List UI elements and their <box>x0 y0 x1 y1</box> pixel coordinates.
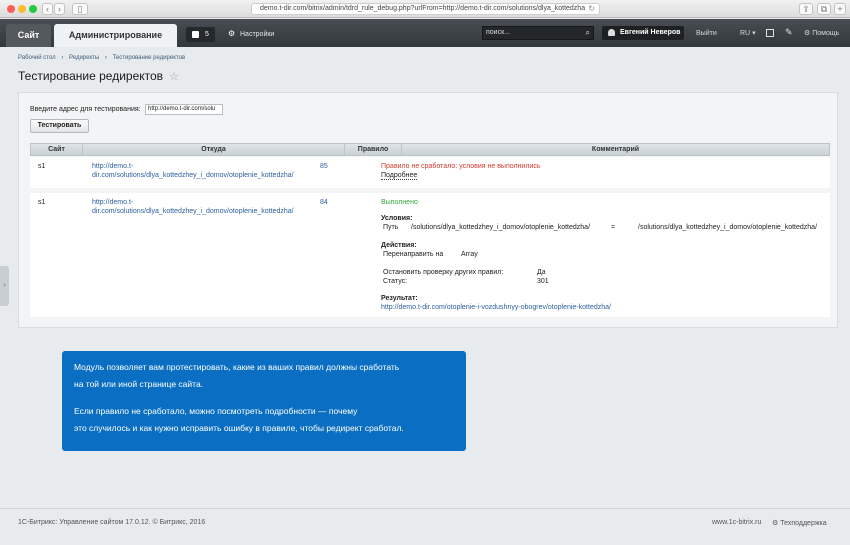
pin-icon[interactable]: ✎ <box>785 27 793 38</box>
results-table-header: Сайт Откуда Правило Комментарий <box>30 143 830 156</box>
panel-mode-icon[interactable] <box>766 29 774 37</box>
cell-site: s1 <box>38 163 46 170</box>
action-name: Перенаправить на <box>383 251 444 258</box>
url-text: demo.t-dir.com/bitrix/admin/tdrd_rule_de… <box>260 5 586 12</box>
stop-checking-value: Да <box>537 269 546 276</box>
status-label: Статус: <box>383 278 408 285</box>
breadcrumb-sep: › <box>104 55 107 61</box>
language-select[interactable]: RU ▾ <box>740 28 756 40</box>
from-line: dir.com/solutions/dlya_kottedzhey_i_domo… <box>92 208 294 215</box>
notification-icon <box>192 31 199 38</box>
result-label: Результат: <box>381 295 418 302</box>
page-title-text: Тестирование редиректов <box>18 69 164 83</box>
cell-rule-link[interactable]: 84 <box>320 198 328 207</box>
search-icon[interactable]: ⌕ <box>586 27 590 39</box>
browser-toolbar: ‹ › ▯ demo.t-dir.com/bitrix/admin/tdrd_r… <box>0 0 850 18</box>
gear-icon: ⚙ <box>228 29 236 38</box>
language-label: RU <box>740 30 751 37</box>
breadcrumb-item-desktop[interactable]: Рабочий стол <box>18 55 56 61</box>
condition-value: /solutions/dlya_kottedzhey_i_domov/otopl… <box>411 224 591 231</box>
table-row: s1 http://demo.t- dir.com/solutions/dlya… <box>30 157 830 188</box>
page-title: Тестирование редиректов ☆ <box>18 69 179 83</box>
footer-site-link[interactable]: www.1c-bitrix.ru <box>712 519 761 526</box>
cell-from-link[interactable]: http://demo.t- dir.com/solutions/dlya_ko… <box>92 162 294 180</box>
sidebar-toggle-icon[interactable]: ▯ <box>72 3 88 15</box>
footer-support-link[interactable]: ⚙ Техподдержка <box>772 519 827 527</box>
from-line: http://demo.t- <box>92 163 134 170</box>
search-placeholder: поиск... <box>486 29 510 36</box>
user-button[interactable]: Евгений Неверов <box>602 26 684 40</box>
actions-label: Действия: <box>381 242 417 249</box>
conditions-label: Условия: <box>381 215 413 222</box>
breadcrumb: Рабочий стол › Редиректы › Тестирование … <box>18 55 189 61</box>
address-label: Введите адрес для тестирования: <box>30 106 141 113</box>
help-icon: ⚙ <box>804 30 811 37</box>
promo-callout: Модуль позволяет вам протестировать, как… <box>62 351 466 451</box>
condition-field: Путь <box>383 224 399 231</box>
address-input[interactable]: http://demo.t-dir.com/solu <box>145 104 223 115</box>
cell-from-link[interactable]: http://demo.t- dir.com/solutions/dlya_ko… <box>92 198 294 216</box>
notifications-button[interactable]: 5 <box>186 27 215 42</box>
promo-line: на той или иной странице сайта. <box>74 379 204 389</box>
user-icon <box>608 29 615 36</box>
action-value: Array <box>461 251 478 258</box>
favorite-star-icon[interactable]: ☆ <box>169 71 179 83</box>
promo-line: это случилось и как нужно исправить ошиб… <box>74 423 404 433</box>
search-input[interactable]: поиск... ⌕ <box>482 26 594 40</box>
logout-link[interactable]: Выйти <box>696 28 717 40</box>
condition-operator: = <box>611 224 616 231</box>
settings-label: Настройки <box>240 31 275 38</box>
stop-checking-label: Остановить проверку других правил: <box>383 269 504 276</box>
footer-copyright: 1С-Битрикс: Управление сайтом 17.0.12. ©… <box>18 519 206 526</box>
support-icon: ⚙ <box>772 520 779 527</box>
promo-line: Если правило не сработало, можно посмотр… <box>74 406 358 416</box>
status-value: 301 <box>537 278 549 285</box>
cell-site: s1 <box>38 199 46 206</box>
rule-status-success: Выполнено <box>381 199 418 206</box>
help-label: Помощь <box>812 30 840 37</box>
help-button[interactable]: ⚙ Помощь <box>804 28 839 40</box>
column-header-site[interactable]: Сайт <box>31 144 83 155</box>
tabs-icon[interactable]: ⧉ <box>817 3 831 15</box>
column-header-comment[interactable]: Комментарий <box>402 144 829 155</box>
url-bar[interactable]: demo.t-dir.com/bitrix/admin/tdrd_rule_de… <box>251 3 600 15</box>
condition-target: /solutions/dlya_kottedzhey_i_domov/otopl… <box>638 224 818 231</box>
details-link[interactable]: Подробнее <box>381 171 418 180</box>
column-header-from[interactable]: Откуда <box>83 144 345 155</box>
breadcrumb-item-testing[interactable]: Тестирование редиректов <box>113 55 186 61</box>
rule-status-error: Правило не сработало: условия не выполни… <box>381 163 541 170</box>
user-name: Евгений Неверов <box>620 29 681 36</box>
support-label: Техподдержка <box>780 520 827 527</box>
column-header-rule[interactable]: Правило <box>345 144 402 155</box>
from-line: dir.com/solutions/dlya_kottedzhey_i_domo… <box>92 172 294 179</box>
details-label: Подробнее <box>381 172 418 180</box>
footer-divider <box>0 508 850 509</box>
back-icon[interactable]: ‹ <box>42 3 53 15</box>
tab-administration[interactable]: Администрирование <box>54 24 177 47</box>
from-line: http://demo.t- <box>92 199 134 206</box>
close-window-icon[interactable] <box>7 5 15 13</box>
admin-panel: Сайт Администрирование 5 ⚙ Настройки поис… <box>0 19 850 47</box>
forward-icon[interactable]: › <box>54 3 65 15</box>
minimize-window-icon[interactable] <box>18 5 26 13</box>
settings-button[interactable]: ⚙ Настройки <box>228 28 274 41</box>
test-button[interactable]: Тестировать <box>30 119 89 133</box>
promo-line: Модуль позволяет вам протестировать, как… <box>74 362 400 372</box>
zoom-window-icon[interactable] <box>29 5 37 13</box>
breadcrumb-sep: › <box>61 55 64 61</box>
sidebar-expand-handle[interactable]: › <box>0 266 9 306</box>
share-icon[interactable]: ⇪ <box>799 3 813 15</box>
reload-icon[interactable]: ↻ <box>588 4 595 14</box>
result-url-link[interactable]: http://demo.t-dir.com/otoplenie-i-vozdus… <box>381 303 611 312</box>
breadcrumb-item-redirects[interactable]: Редиректы <box>69 55 99 61</box>
cell-rule-link[interactable]: 85 <box>320 162 328 171</box>
new-tab-icon[interactable]: + <box>834 3 846 15</box>
notification-count: 5 <box>205 31 209 38</box>
tab-site[interactable]: Сайт <box>6 24 51 47</box>
table-row: s1 http://demo.t- dir.com/solutions/dlya… <box>30 193 830 317</box>
